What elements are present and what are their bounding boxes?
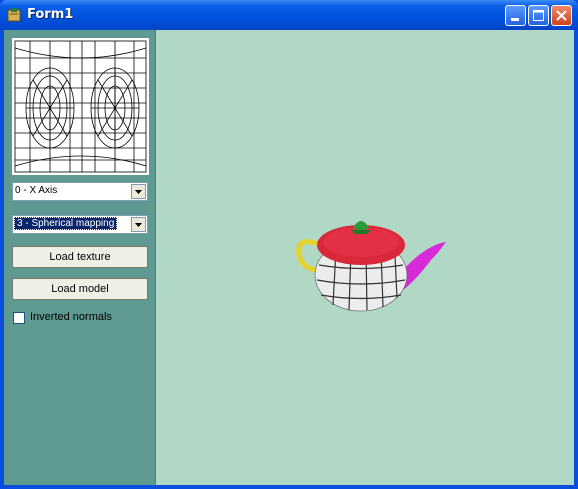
mapping-select[interactable]: 3 - Spherical mapping [12,215,148,234]
load-model-button[interactable]: Load model [12,278,148,300]
teapot-model [296,221,446,312]
minimize-icon [511,18,519,21]
title-bar[interactable]: Form1 [0,0,578,30]
axis-select-value: 0 - X Axis [15,185,58,196]
chevron-down-icon [135,190,142,194]
close-icon [556,10,567,21]
texture-preview [12,38,149,175]
window-title: Form1 [27,7,74,22]
maximize-button[interactable] [528,5,549,26]
mapping-select-value: 3 - Spherical mapping [14,217,118,230]
axis-select-dropdown[interactable] [131,184,146,199]
mapping-select-dropdown[interactable] [131,217,146,232]
app-window: Form1 0 - X Axis 3 - Spherical mapping L… [0,0,578,489]
app-icon [6,7,22,23]
close-button[interactable] [551,5,572,26]
client-area: 0 - X Axis 3 - Spherical mapping Load te… [4,30,574,485]
chevron-down-icon [135,223,142,227]
maximize-icon [533,10,544,21]
render-viewport[interactable] [156,30,574,485]
axis-select[interactable]: 0 - X Axis [12,182,148,201]
wireframe-image [14,40,147,173]
minimize-button[interactable] [505,5,526,26]
control-panel: 0 - X Axis 3 - Spherical mapping Load te… [4,30,156,485]
inverted-normals-checkbox[interactable] [13,312,25,324]
load-texture-button[interactable]: Load texture [12,246,148,268]
inverted-normals-label: Inverted normals [30,311,112,323]
